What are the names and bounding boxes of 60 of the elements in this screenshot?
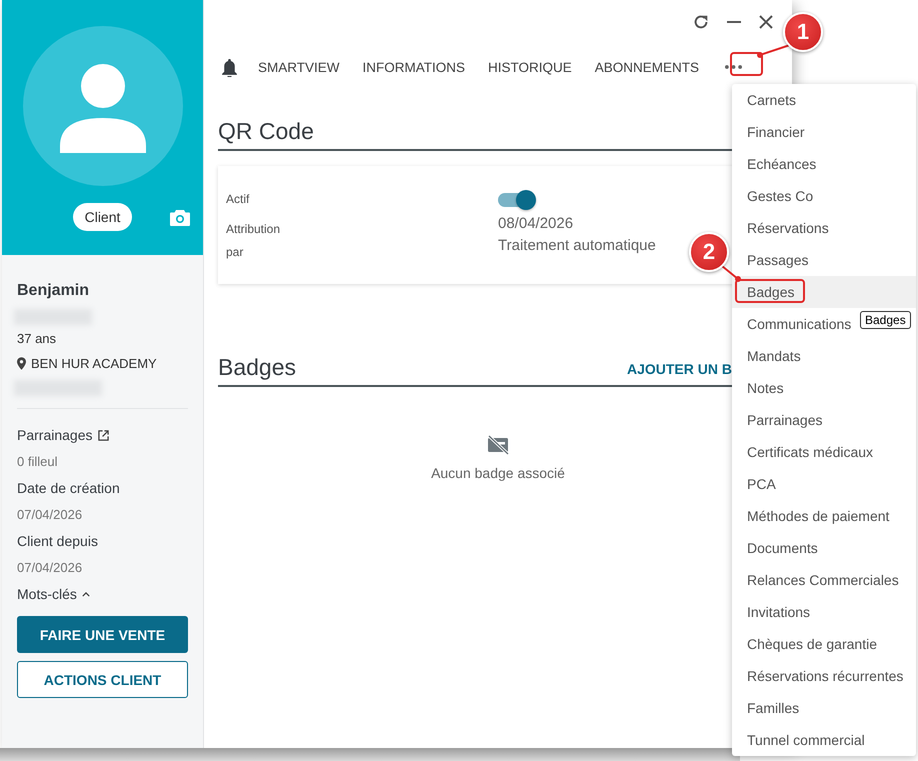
add-badge-link[interactable]: AJOUTER UN B (626, 361, 732, 381)
menu-item[interactable]: Gestes Co (732, 180, 822, 212)
no-card-icon (487, 435, 509, 455)
field-label: Actif (226, 192, 250, 206)
tab[interactable]: ABONNEMENTS (594, 60, 700, 74)
menu-item[interactable]: Financier (732, 116, 813, 148)
client-tag: Client (72, 203, 132, 231)
field-label: Client depuis (17, 533, 98, 549)
menu-item[interactable]: Parrainages (732, 404, 830, 436)
menu-item[interactable]: Carnets (732, 84, 804, 116)
active-toggle[interactable] (498, 193, 534, 207)
chevron-up-icon[interactable] (82, 592, 90, 596)
action-button[interactable]: FAIRE UNE VENTE (17, 616, 188, 653)
avatar-icon (22, 26, 182, 186)
menu-item[interactable]: Chèques de garantie (732, 628, 885, 660)
menu-item[interactable]: Passages (732, 244, 816, 276)
field-value: 07/04/2026 (17, 560, 84, 575)
section-title: Badges (218, 354, 296, 381)
menu-item[interactable]: Certificats médicaux (732, 436, 882, 468)
keywords-label[interactable]: Mots-clés (17, 586, 77, 602)
menu-item[interactable]: Tunnel commercial (732, 724, 873, 756)
menu-item[interactable]: Communications (732, 308, 860, 340)
tooltip: Badges (860, 311, 911, 329)
tab[interactable]: INFORMATIONS (362, 60, 466, 74)
menu-item[interactable]: Relances Commerciales (732, 564, 907, 596)
menu-item[interactable]: Badges (732, 276, 916, 308)
menu-item[interactable]: Réservations récurrentes (732, 660, 912, 692)
field-value: 07/04/2026 (17, 507, 84, 522)
field-value: 0 filleul (17, 454, 58, 469)
field-label: Attribution (226, 222, 282, 236)
attribution-date: 08/04/2026 (498, 215, 574, 232)
company-name: BEN HUR ACADEMY (31, 356, 157, 371)
client-age: 37 ans (17, 331, 58, 346)
location-pin-icon (17, 357, 26, 370)
tab[interactable]: SMARTVIEW (258, 60, 340, 74)
menu-item[interactable]: Invitations (732, 596, 818, 628)
menu-item[interactable]: Réservations (732, 212, 837, 244)
field-label: par (226, 245, 244, 259)
bell-icon[interactable] (221, 58, 238, 76)
field-label: Parrainages (17, 427, 92, 443)
tab[interactable]: HISTORIQUE (488, 60, 572, 74)
more-icon (725, 65, 742, 69)
field-label: Date de création (17, 480, 120, 496)
client-name: Benjamin (17, 282, 90, 300)
menu-item[interactable]: Mandats (732, 340, 809, 372)
attribution-source: Traitement automatique (498, 237, 656, 254)
menu-item[interactable]: PCA (732, 468, 784, 500)
refresh-icon[interactable] (692, 13, 710, 31)
highlight-frame (735, 279, 805, 303)
close-icon[interactable] (758, 14, 774, 30)
menu-item[interactable]: Notes (732, 372, 792, 404)
menu-item[interactable]: Echéances (732, 148, 824, 180)
section-title: QR Code (218, 118, 314, 145)
menu-item[interactable]: Documents (732, 532, 826, 564)
step-number: 1 (783, 12, 823, 52)
menu-item[interactable]: Méthodes de paiement (732, 500, 898, 532)
empty-message: Aucun badge associé (431, 465, 565, 481)
menu-item[interactable]: Familles (732, 692, 808, 724)
external-link-icon[interactable] (98, 430, 108, 440)
action-button[interactable]: ACTIONS CLIENT (17, 661, 188, 698)
